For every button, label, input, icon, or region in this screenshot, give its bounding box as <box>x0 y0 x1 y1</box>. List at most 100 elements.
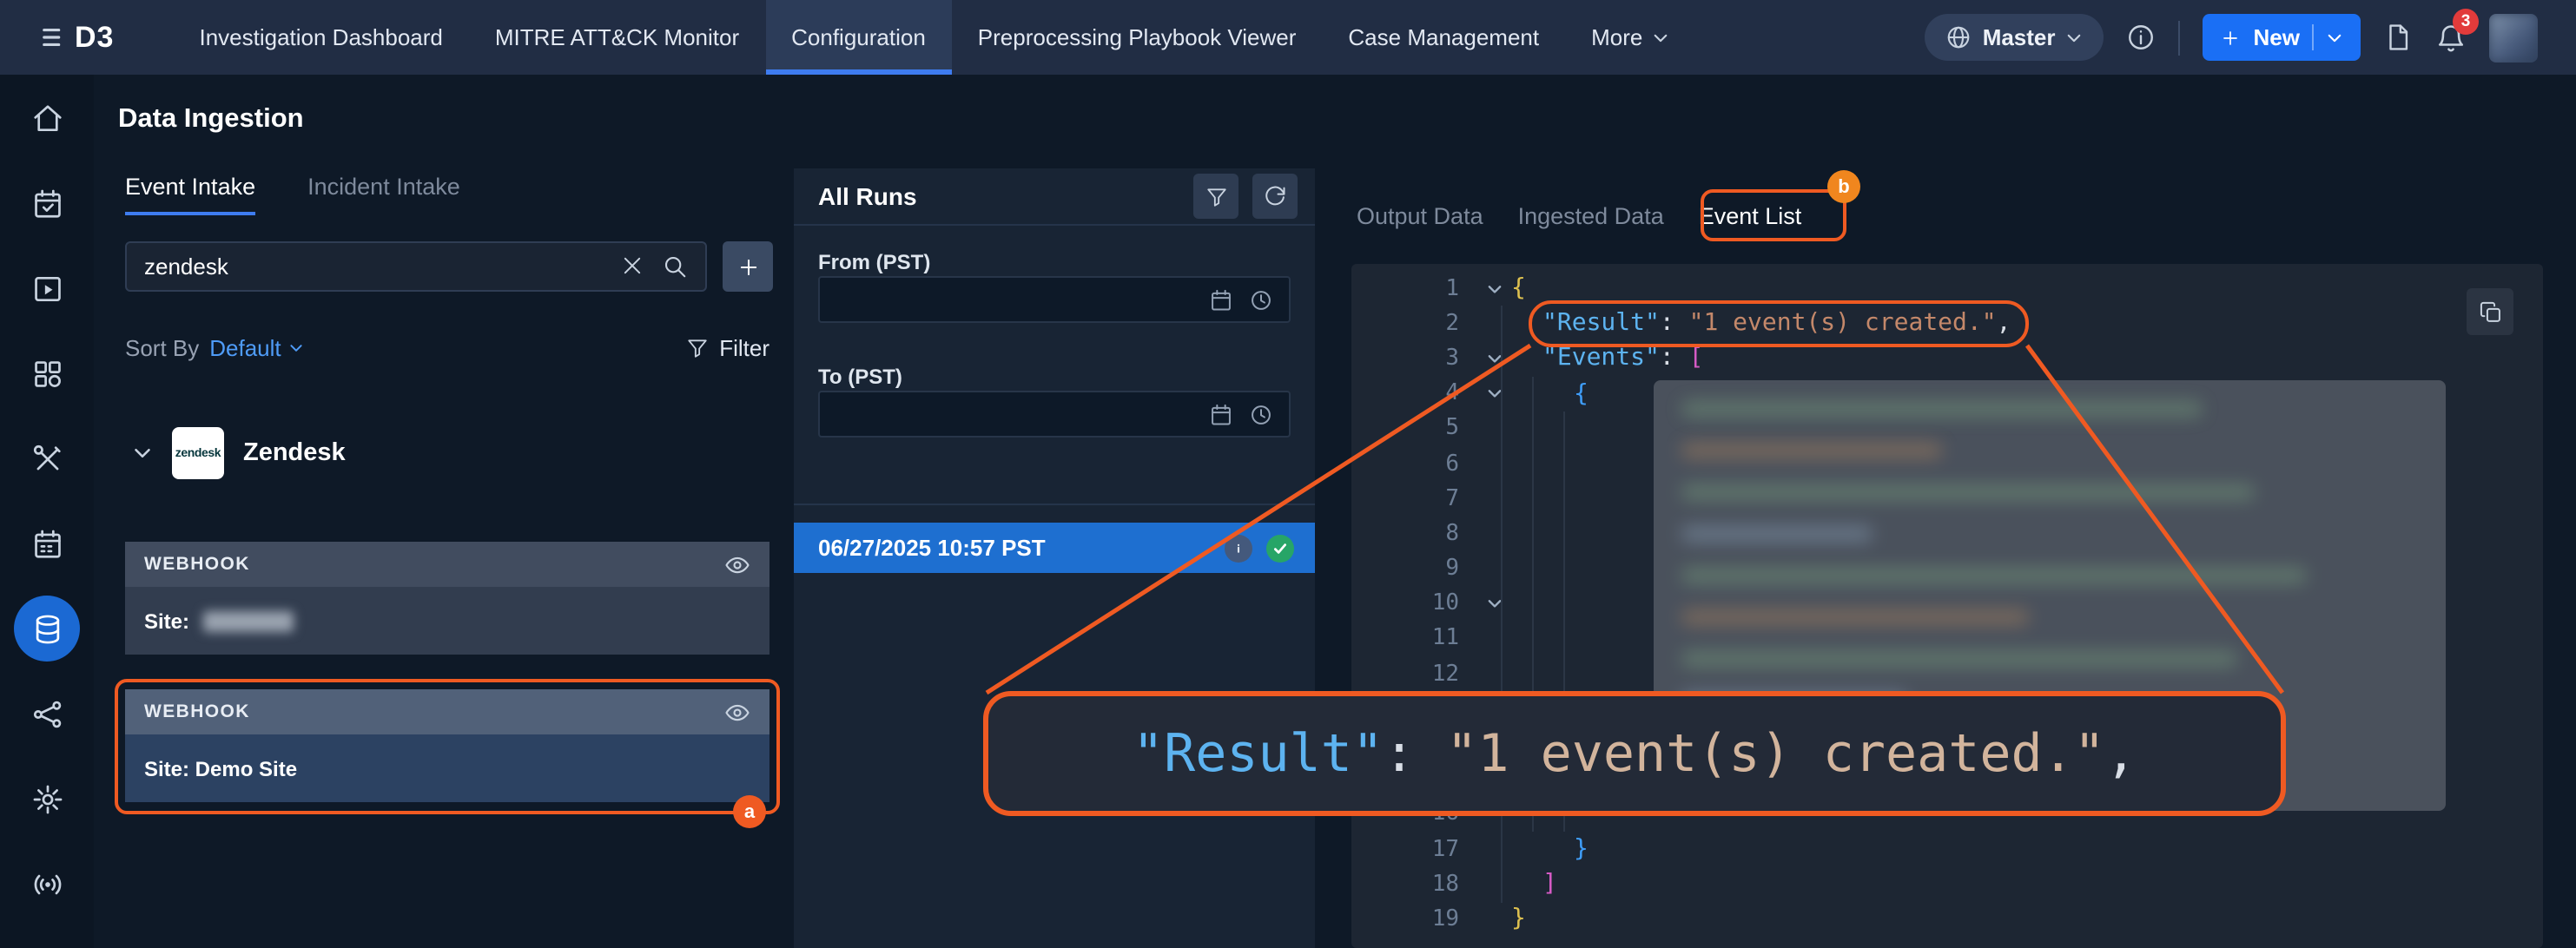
code-line-result: 2"Result": "1 event(s) created.", <box>1351 306 2543 340</box>
tab-event-list[interactable]: Event List <box>1699 203 1802 229</box>
master-environment-dropdown[interactable]: Master <box>1925 14 2104 61</box>
card-type-label: WEBHOOK <box>144 554 250 575</box>
tab-ingested-data[interactable]: Ingested Data <box>1518 203 1664 229</box>
indent-guide <box>1532 377 1534 832</box>
nav-item-more[interactable]: More <box>1565 0 1694 75</box>
data-ingestion-icon[interactable] <box>14 596 80 662</box>
copy-code-button[interactable] <box>2467 288 2513 335</box>
from-datetime-input[interactable] <box>818 276 1291 323</box>
funnel-icon <box>686 337 709 359</box>
redacted-line <box>1681 651 2237 667</box>
redacted-line <box>1681 401 2203 417</box>
clear-search-icon[interactable] <box>620 253 644 278</box>
plus-icon <box>736 254 760 279</box>
site-value-redacted <box>203 610 294 631</box>
all-runs-title: All Runs <box>818 182 917 210</box>
utilities-tools-icon[interactable] <box>14 425 80 491</box>
run-info-icon[interactable] <box>1225 534 1252 562</box>
nav-item-mitre-attack-monitor[interactable]: MITRE ATT&CK Monitor <box>469 0 765 75</box>
site-label: Site: <box>144 609 189 633</box>
all-runs-header: All Runs <box>794 168 1315 226</box>
site-label: Site: Demo Site <box>144 756 297 780</box>
logo-bars-icon <box>42 24 68 50</box>
info-icon[interactable] <box>2127 23 2157 52</box>
sort-dropdown[interactable]: Default <box>209 335 303 361</box>
code-line-events: 3"Events": [ <box>1351 341 2543 376</box>
clock-icon[interactable] <box>1249 287 1273 312</box>
schedule-calendar-icon[interactable] <box>14 510 80 576</box>
sort-filter-row: Sort By Default Filter <box>125 335 769 361</box>
copy-icon <box>2478 300 2502 324</box>
calendar-check-icon[interactable] <box>14 170 80 236</box>
fold-chevron-icon[interactable] <box>1484 279 1503 298</box>
logo-text: D3 <box>75 20 114 55</box>
chevron-down-icon[interactable] <box>132 443 153 464</box>
redacted-line <box>1681 609 2029 625</box>
page-title: Data Ingestion <box>118 104 304 135</box>
code-line: 18] <box>1351 866 2543 901</box>
chevron-down-icon <box>2066 29 2084 46</box>
runs-divider <box>794 504 1315 505</box>
eye-icon[interactable] <box>724 551 750 577</box>
card-header: WEBHOOK <box>125 689 769 734</box>
nav-item-preprocessing-playbook-viewer[interactable]: Preprocessing Playbook Viewer <box>952 0 1323 75</box>
indent-guide <box>1563 411 1565 832</box>
run-list-item[interactable]: 06/27/2025 10:57 PST <box>794 523 1315 573</box>
document-icon[interactable] <box>2383 23 2413 52</box>
tab-event-intake[interactable]: Event Intake <box>125 174 255 215</box>
integrations-icon[interactable] <box>14 340 80 406</box>
webhook-card-1[interactable]: WEBHOOK Site: <box>125 542 769 655</box>
to-datetime-input[interactable] <box>818 391 1291 438</box>
navbar-divider <box>2179 20 2181 55</box>
home-icon[interactable] <box>14 85 80 151</box>
broadcast-icon[interactable] <box>14 851 80 917</box>
clock-icon[interactable] <box>1249 402 1273 426</box>
search-field-wrap <box>125 241 707 292</box>
runs-refresh-button[interactable] <box>1252 174 1298 219</box>
redacted-line <box>1681 734 2168 750</box>
chevron-down-icon <box>288 340 304 356</box>
eye-icon[interactable] <box>724 699 750 725</box>
nav-item-investigation-dashboard[interactable]: Investigation Dashboard <box>173 0 468 75</box>
calendar-icon[interactable] <box>1209 287 1233 312</box>
runs-filter-button[interactable] <box>1193 174 1238 219</box>
calendar-icon[interactable] <box>1209 402 1233 426</box>
top-navbar: D3 Investigation Dashboard MITRE ATT&CK … <box>0 0 2576 75</box>
notification-count-badge: 3 <box>2453 8 2479 34</box>
redacted-line <box>1681 568 2307 583</box>
main-nav: Investigation Dashboard MITRE ATT&CK Mon… <box>173 0 1694 75</box>
nav-item-case-management[interactable]: Case Management <box>1322 0 1565 75</box>
filter-button[interactable]: Filter <box>686 335 769 361</box>
d3-logo[interactable]: D3 <box>42 20 114 55</box>
webhook-card-demo-site[interactable]: WEBHOOK Site: Demo Site <box>125 689 769 802</box>
settings-gear-icon[interactable] <box>14 766 80 832</box>
plus-icon <box>2221 27 2242 48</box>
link-analysis-icon[interactable] <box>14 681 80 747</box>
user-avatar[interactable] <box>2489 13 2538 62</box>
funnel-icon <box>1205 185 1227 207</box>
tab-incident-intake[interactable]: Incident Intake <box>307 174 460 215</box>
avatar-blurred <box>2489 13 2538 62</box>
card-body: Site: Demo Site <box>125 734 769 802</box>
run-success-icon <box>1266 534 1294 562</box>
search-icon[interactable] <box>662 253 688 280</box>
redacted-line <box>1681 484 2255 500</box>
intake-tabs: Event Intake Incident Intake <box>125 174 460 215</box>
redacted-line <box>1681 526 1873 542</box>
app-window: D3 Investigation Dashboard MITRE ATT&CK … <box>0 0 2576 948</box>
nav-item-configuration[interactable]: Configuration <box>765 0 952 75</box>
tab-output-data[interactable]: Output Data <box>1357 203 1483 229</box>
integration-group-zendesk[interactable]: zendesk Zendesk <box>132 427 346 479</box>
card-header: WEBHOOK <box>125 542 769 587</box>
to-label: To (PST) <box>818 365 902 389</box>
code-line: 19} <box>1351 902 2543 937</box>
sort-by-label: Sort By <box>125 335 199 361</box>
add-integration-button[interactable] <box>723 241 773 292</box>
new-button[interactable]: New <box>2203 14 2361 61</box>
data-view-tabs: Output Data Ingested Data Event List <box>1357 203 1801 229</box>
button-divider <box>2312 24 2314 50</box>
playbook-icon[interactable] <box>14 255 80 321</box>
zendesk-logo: zendesk <box>172 427 224 479</box>
notifications-button[interactable]: 3 <box>2435 22 2467 53</box>
refresh-icon <box>1263 184 1287 208</box>
